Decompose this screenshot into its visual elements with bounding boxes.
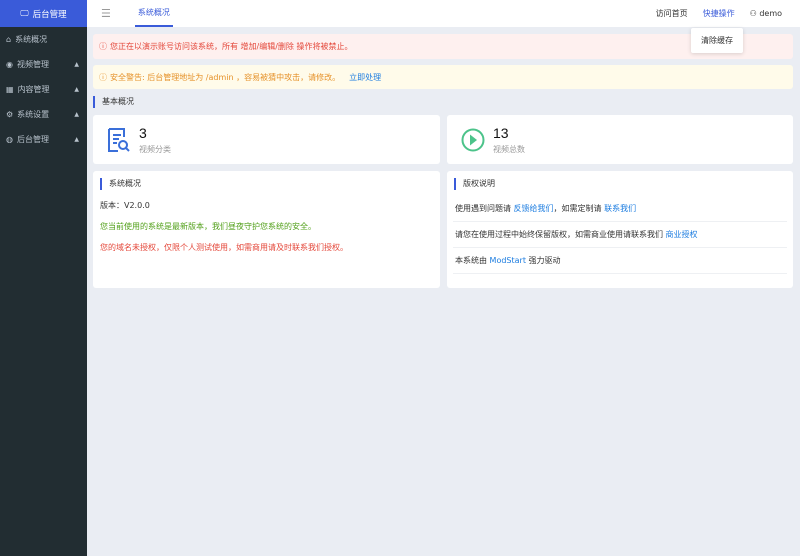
- sidebar-item-overview[interactable]: ⌂ 系统概况: [0, 27, 87, 52]
- latest-version-text: 您当前使用的系统是最新版本，我们昼夜守护您系统的安全。: [100, 222, 316, 231]
- stat-label: 视频分类: [139, 144, 171, 154]
- system-card: 系统概况 版本：V2.0.0 您当前使用的系统是最新版本，我们昼夜守护您系统的安…: [93, 171, 440, 288]
- caret-up-icon: ▲: [74, 86, 79, 93]
- feedback-link[interactable]: 反馈给我们: [514, 204, 554, 213]
- menu-toggle-icon[interactable]: ☰: [101, 7, 111, 20]
- sidebar-item-content[interactable]: ▦ 内容管理 ▲: [0, 77, 87, 102]
- header: ☰ 系统概况 访问首页 快捷操作 ⚇ demo: [87, 0, 800, 27]
- visit-home-link[interactable]: 访问首页: [656, 8, 688, 19]
- sidebar: 🖵 后台管理 ⌂ 系统概况 ◉ 视频管理 ▲ ▦ 内容管理 ▲ ⚙ 系统设置 ▲ ◍ 后台管理 ▲: [0, 0, 87, 556]
- caret-up-icon: ▲: [74, 111, 79, 118]
- user-menu[interactable]: ⚇ demo: [750, 9, 782, 18]
- demo-alert: ⓘ 您正在以演示账号访问该系统，所有 增加/编辑/删除 操作将被禁止。: [93, 34, 793, 59]
- list-item: 使用遇到问题请 反馈给我们，如需定制请 联系我们: [453, 196, 787, 222]
- stat-card-categories[interactable]: 3 视频分类: [93, 115, 440, 164]
- list-item: 请您在使用过程中始终保留版权，如需商业使用请联系我们 商业授权: [453, 222, 787, 248]
- sidebar-item-settings[interactable]: ⚙ 系统设置 ▲: [0, 102, 87, 127]
- card-title: 系统概况: [100, 178, 440, 190]
- copyright-card: 版权说明 使用遇到问题请 反馈给我们，如需定制请 联系我们 请您在使用过程中始终…: [447, 171, 793, 288]
- sidebar-item-admin[interactable]: ◍ 后台管理 ▲: [0, 127, 87, 152]
- play-circle-icon: ◉: [6, 60, 13, 69]
- sidebar-item-video[interactable]: ◉ 视频管理 ▲: [0, 52, 87, 77]
- document-search-icon: [108, 127, 130, 152]
- section-title: 基本概况: [93, 96, 134, 108]
- gear-icon: ⚙: [6, 110, 14, 119]
- modstart-link[interactable]: ModStart: [490, 256, 526, 265]
- stat-value: 3: [139, 124, 147, 141]
- commercial-license-link[interactable]: 商业授权: [666, 230, 698, 239]
- home-icon: ⌂: [6, 35, 12, 44]
- unauthorized-text: 您的域名未授权，仅限个人测试使用，如需商用请及时联系我们授权。: [100, 243, 348, 252]
- card-title: 版权说明: [454, 178, 793, 190]
- fix-now-link[interactable]: 立即处理: [349, 72, 381, 83]
- user-icon: ⚇: [749, 9, 757, 18]
- version-text: 版本：V2.0.0: [100, 201, 150, 210]
- list-item: 本系统由 ModStart 强力驱动: [453, 248, 787, 274]
- stat-label: 视频总数: [493, 144, 525, 154]
- play-circle-icon: [461, 128, 485, 151]
- warning-circle-icon: ⓘ: [99, 72, 107, 82]
- stat-card-videos[interactable]: 13 视频总数: [447, 115, 793, 164]
- caret-up-icon: ▲: [74, 61, 79, 68]
- stat-value: 13: [493, 124, 509, 141]
- grid-icon: ▦: [6, 85, 14, 94]
- warning-circle-icon: ⓘ: [99, 42, 107, 51]
- security-alert: ⓘ 安全警告: 后台管理地址为 /admin ，容易被猜中攻击，请修改。 立即处理: [93, 65, 793, 89]
- contact-link[interactable]: 联系我们: [604, 204, 636, 213]
- monitor-icon: 🖵: [20, 8, 29, 19]
- clear-cache-item[interactable]: 清除缓存: [691, 28, 743, 53]
- logo[interactable]: 🖵 后台管理: [0, 0, 87, 27]
- tab-overview[interactable]: 系统概况: [134, 0, 173, 27]
- caret-up-icon: ▲: [74, 136, 79, 143]
- quick-ops-menu[interactable]: 快捷操作: [703, 8, 735, 19]
- user-circle-icon: ◍: [6, 135, 13, 144]
